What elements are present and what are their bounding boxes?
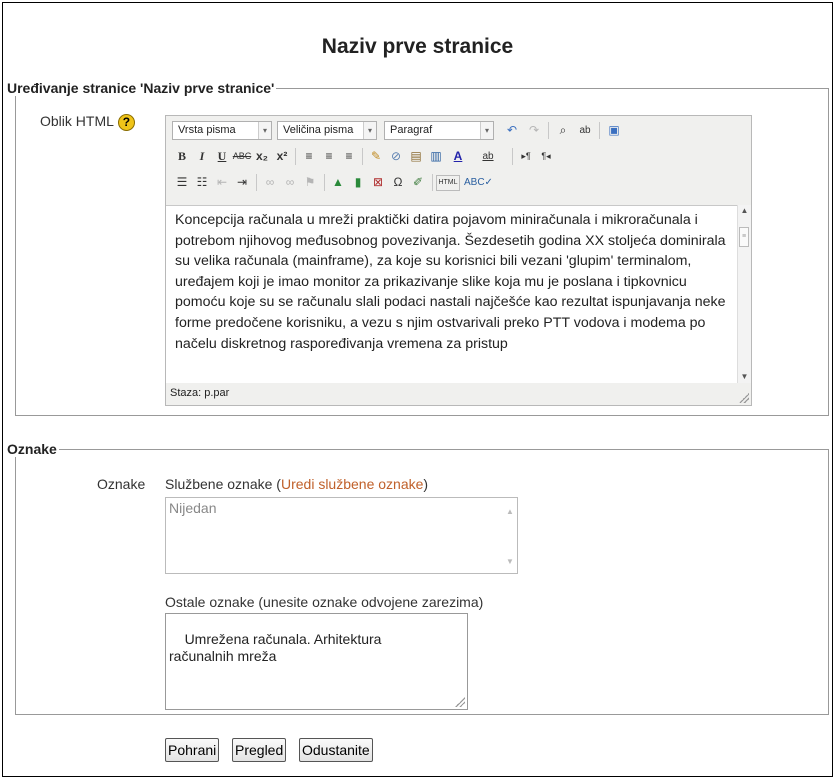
block-format-value: Paragraf bbox=[390, 124, 433, 136]
official-tags-prefix: Službene oznake ( bbox=[165, 476, 281, 492]
official-tags-select[interactable]: Nijedan ▲ ▼ bbox=[165, 497, 518, 574]
font-size-value: Veličina pisma bbox=[283, 124, 354, 136]
official-tags-value: Nijedan bbox=[169, 500, 217, 516]
link-insert-icon[interactable]: ∞ bbox=[260, 173, 280, 192]
paste-text-icon[interactable]: ▤ bbox=[406, 147, 426, 166]
chevron-down-icon: ▾ bbox=[480, 122, 493, 139]
subscript-icon[interactable]: x₂ bbox=[252, 147, 272, 166]
toolbar-separator bbox=[512, 148, 513, 165]
editor-statusbar: Staza: p.par bbox=[166, 383, 751, 405]
format-label: Oblik HTML? bbox=[40, 113, 135, 131]
undo-icon[interactable]: ↶ bbox=[502, 121, 522, 140]
scroll-thumb[interactable]: ≡ bbox=[739, 227, 749, 247]
toolbar-row-3: ☰ ☷ ⇤ ⇥ ∞ ∞ ⚑ ▲ ▮ ⊠ Ω ✐ HTML ABC✓ bbox=[172, 173, 732, 193]
tags-legend: Oznake bbox=[7, 441, 59, 457]
official-tags-scrollbar: ▲ ▼ bbox=[504, 499, 516, 572]
redo-icon[interactable]: ↷ bbox=[524, 121, 544, 140]
other-tags-label: Ostale oznake (unesite oznake odvojene z… bbox=[165, 594, 484, 610]
font-family-value: Vrsta pisma bbox=[178, 124, 236, 136]
official-tags-suffix: ) bbox=[423, 476, 429, 492]
scroll-down-icon[interactable]: ▼ bbox=[738, 371, 751, 383]
toolbar-separator bbox=[256, 174, 257, 191]
font-color-icon[interactable]: A bbox=[448, 147, 468, 166]
find-icon[interactable]: ⌕ bbox=[553, 121, 573, 140]
font-family-select[interactable]: Vrsta pisma ▾ bbox=[172, 121, 272, 140]
media-icon[interactable]: ▮ bbox=[348, 173, 368, 192]
tags-label: Oznake bbox=[97, 476, 146, 492]
bold-icon[interactable]: B bbox=[172, 147, 192, 166]
toolbar-separator bbox=[295, 148, 296, 165]
toolbar-separator bbox=[432, 174, 433, 191]
html-editor: Vrsta pisma ▾ Veličina pisma ▾ Paragraf ▾ ↶… bbox=[165, 115, 752, 406]
scroll-up-icon[interactable]: ▲ bbox=[738, 205, 751, 217]
superscript-icon[interactable]: x² bbox=[272, 147, 292, 166]
question-mark-icon[interactable]: ? bbox=[117, 113, 135, 131]
spellcheck-icon[interactable]: ABC✓ bbox=[464, 173, 493, 192]
page-title: Naziv prve stranice bbox=[321, 35, 514, 58]
scroll-down-icon: ▼ bbox=[506, 557, 514, 566]
align-left-icon[interactable]: ≡ bbox=[299, 147, 319, 166]
page-container: Naziv prve stranice Uređivanje stranice … bbox=[2, 2, 833, 777]
cancel-button[interactable]: Odustanite bbox=[299, 738, 373, 762]
italic-icon[interactable]: I bbox=[192, 147, 212, 166]
link-icon[interactable]: ⊘ bbox=[386, 147, 406, 166]
block-format-select[interactable]: Paragraf ▾ bbox=[384, 121, 494, 140]
toolbar-row-2: B I U ABC x₂ x² ≡ ≡ ≡ ✎ ⊘ ▤ ▥ A ab ▸¶ ¶◂ bbox=[172, 147, 732, 167]
preview-button[interactable]: Pregled bbox=[232, 738, 287, 762]
save-button[interactable]: Pohrani bbox=[165, 738, 220, 762]
outdent-icon[interactable]: ⇤ bbox=[212, 173, 232, 192]
toolbar-separator bbox=[599, 122, 600, 139]
align-center-icon[interactable]: ≡ bbox=[319, 147, 339, 166]
html-source-icon[interactable]: HTML bbox=[436, 175, 460, 191]
toolbar-row-1: Vrsta pisma ▾ Veličina pisma ▾ Paragraf ▾ ↶… bbox=[172, 121, 732, 141]
resize-grip-icon[interactable] bbox=[455, 697, 465, 707]
align-right-icon[interactable]: ≡ bbox=[339, 147, 359, 166]
scroll-up-icon: ▲ bbox=[506, 507, 514, 516]
editor-scrollbar[interactable]: ▲ ≡ ▼ bbox=[737, 205, 751, 383]
official-tags-label: Službene oznake (Uredi službene oznake) bbox=[165, 476, 428, 492]
editor-path: Staza: p.par bbox=[170, 387, 230, 399]
resize-grip-icon[interactable] bbox=[739, 393, 749, 403]
font-size-select[interactable]: Veličina pisma ▾ bbox=[277, 121, 377, 140]
rtl-icon[interactable]: ¶◂ bbox=[536, 147, 556, 166]
chevron-down-icon: ▾ bbox=[258, 122, 271, 139]
indent-icon[interactable]: ⇥ bbox=[232, 173, 252, 192]
edit-icon[interactable]: ✐ bbox=[408, 173, 428, 192]
paste-word-icon[interactable]: ▥ bbox=[426, 147, 446, 166]
format-label-text: Oblik HTML bbox=[40, 113, 114, 129]
other-tags-input[interactable]: Umrežena računala. Arhitektura računalni… bbox=[165, 613, 468, 710]
special-char-icon[interactable]: Ω bbox=[388, 173, 408, 192]
fullscreen-icon[interactable]: ▣ bbox=[604, 121, 624, 140]
edit-official-tags-link[interactable]: Uredi službene oznake bbox=[281, 476, 423, 492]
nolink-icon[interactable]: ⊠ bbox=[368, 173, 388, 192]
numbered-list-icon[interactable]: ☷ bbox=[192, 173, 212, 192]
toolbar-separator bbox=[362, 148, 363, 165]
other-tags-value: Umrežena računala. Arhitektura računalni… bbox=[169, 631, 382, 664]
ltr-icon[interactable]: ▸¶ bbox=[516, 147, 536, 166]
bullet-list-icon[interactable]: ☰ bbox=[172, 173, 192, 192]
edit-legend: Uređivanje stranice 'Naziv prve stranice… bbox=[7, 80, 277, 96]
underline-icon[interactable]: U bbox=[212, 147, 232, 166]
background-color-icon[interactable]: ab bbox=[478, 147, 498, 166]
strikethrough-icon[interactable]: ABC bbox=[232, 147, 252, 166]
replace-icon[interactable]: ab bbox=[575, 121, 595, 140]
toolbar-separator bbox=[324, 174, 325, 191]
cleanup-icon[interactable]: ✎ bbox=[366, 147, 386, 166]
unlink-icon[interactable]: ∞ bbox=[280, 173, 300, 192]
image-icon[interactable]: ▲ bbox=[328, 173, 348, 192]
editor-content[interactable]: Koncepcija računala u mreži praktički da… bbox=[166, 205, 739, 383]
chevron-down-icon: ▾ bbox=[363, 122, 376, 139]
anchor-icon[interactable]: ⚑ bbox=[300, 173, 320, 192]
toolbar-separator bbox=[548, 122, 549, 139]
